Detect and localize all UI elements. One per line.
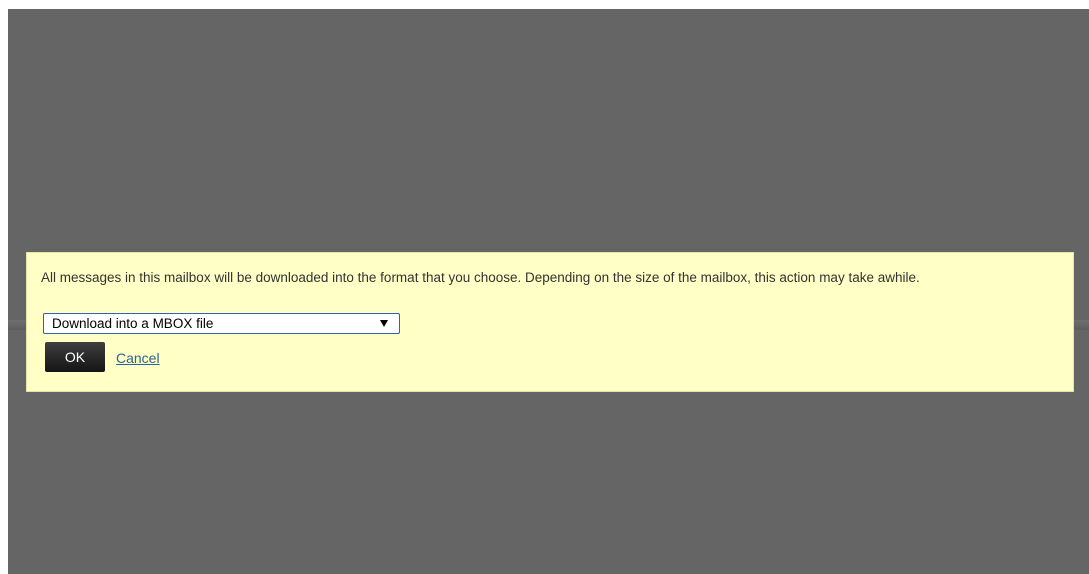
format-select-value: Download into a MBOX file [52, 316, 214, 331]
triangle-down-icon [380, 320, 388, 327]
format-select[interactable]: Download into a MBOX file [43, 313, 400, 334]
dialog-message: All messages in this mailbox will be dow… [41, 270, 920, 285]
download-mailbox-dialog: All messages in this mailbox will be dow… [26, 252, 1074, 392]
cancel-link[interactable]: Cancel [116, 350, 160, 366]
ok-button[interactable]: OK [45, 342, 105, 372]
